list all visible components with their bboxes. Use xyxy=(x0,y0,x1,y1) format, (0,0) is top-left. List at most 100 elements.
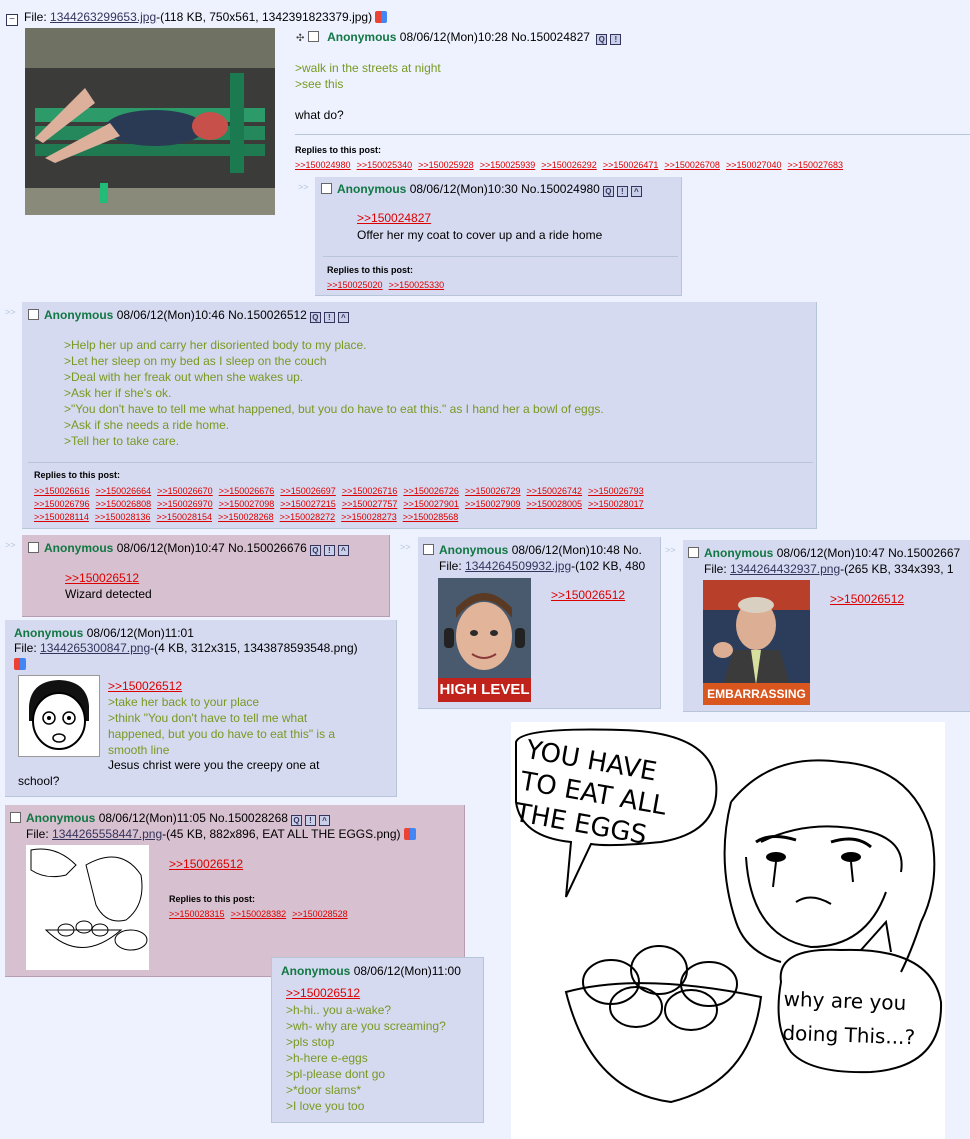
quote-link[interactable]: >>150026512 xyxy=(551,588,625,602)
file-info: -(4 KB, 312x315, 1343878593548.png) xyxy=(150,641,358,655)
image-search-icon[interactable]: ^ xyxy=(318,815,330,826)
op-image[interactable] xyxy=(25,28,275,215)
backlink[interactable]: >>150026471 xyxy=(603,160,659,170)
post-number[interactable]: No.150024980 xyxy=(521,182,600,196)
quote-link[interactable]: >>150026512 xyxy=(108,679,182,693)
backlink[interactable]: >>150026970 xyxy=(157,499,213,509)
backlink[interactable]: >>150024980 xyxy=(295,160,351,170)
post-number[interactable]: No.150024827 xyxy=(511,30,590,44)
rage-face-image[interactable] xyxy=(18,675,100,757)
backlink[interactable]: >>150026742 xyxy=(527,486,583,496)
expand-icon[interactable]: ✣ xyxy=(296,33,304,44)
backlink[interactable]: >>150028005 xyxy=(527,499,583,509)
post-checkbox[interactable] xyxy=(28,542,39,553)
report-icon[interactable]: ! xyxy=(323,312,335,323)
post-checkbox[interactable] xyxy=(28,309,39,320)
backlink[interactable]: >>150026729 xyxy=(465,486,521,496)
op-file-link[interactable]: 1344263299653.jpg xyxy=(50,10,156,24)
post-number[interactable]: No.150026512 xyxy=(228,308,307,322)
backlink[interactable]: >>150028114 xyxy=(34,512,89,522)
post-text: Jesus christ were you the creepy one at xyxy=(108,758,320,772)
backlink[interactable]: >>150027098 xyxy=(219,499,275,509)
backlink[interactable]: >>150025928 xyxy=(418,160,474,170)
backlink[interactable]: >>150028272 xyxy=(280,512,336,522)
high-level-image[interactable]: HIGH LEVEL xyxy=(438,578,531,702)
backlink[interactable]: >>150026676 xyxy=(219,486,275,496)
quote-icon[interactable]: Q xyxy=(602,186,614,197)
op-file-line: − File: 1344263299653.jpg-(118 KB, 750x56… xyxy=(6,10,388,26)
post-checkbox[interactable] xyxy=(688,547,699,558)
backlink[interactable]: >>150026726 xyxy=(403,486,459,496)
backlink[interactable]: >>150028382 xyxy=(231,909,287,919)
backlink[interactable]: >>150027215 xyxy=(280,499,336,509)
backlink[interactable]: >>150027757 xyxy=(342,499,398,509)
greentext-line: happened, but you do have to eat this" i… xyxy=(108,727,336,741)
eggs-comic-thumbnail[interactable] xyxy=(26,845,149,970)
file-line: File: 1344265558447.png-(45 KB, 882x896,… xyxy=(26,827,416,841)
post-checkbox[interactable] xyxy=(321,183,332,194)
google-icon[interactable] xyxy=(403,828,416,840)
backlink[interactable]: >>150028528 xyxy=(292,909,348,919)
op-file-info: -(118 KB, 750x561, 1342391823379.jpg) xyxy=(156,10,373,24)
file-link[interactable]: 1344265558447.png xyxy=(52,827,162,841)
backlink[interactable]: >>150025020 xyxy=(327,280,383,290)
backlink[interactable]: >>150026793 xyxy=(588,486,644,496)
backlink[interactable]: >>150027901 xyxy=(403,499,459,509)
quote-link[interactable]: >>150026512 xyxy=(286,986,360,1000)
post-number[interactable]: No.15002667 xyxy=(888,546,960,560)
image-search-icon[interactable]: ^ xyxy=(337,545,349,556)
backlink[interactable]: >>150026670 xyxy=(157,486,213,496)
image-search-icon[interactable]: ^ xyxy=(630,186,642,197)
op-checkbox[interactable] xyxy=(307,31,319,42)
backlink[interactable]: >>150026664 xyxy=(96,486,152,496)
image-search-icon[interactable]: ^ xyxy=(337,312,349,323)
post-number[interactable]: No. xyxy=(623,543,642,557)
report-icon[interactable]: ! xyxy=(616,186,628,197)
backlink[interactable]: >>150027040 xyxy=(726,160,782,170)
file-link[interactable]: 1344264509932.jpg xyxy=(465,559,571,573)
backlinks: >>150028315 >>150028382 >>150028528 xyxy=(169,906,354,920)
google-icon[interactable] xyxy=(14,658,26,670)
quote-link[interactable]: >>150024827 xyxy=(357,211,431,225)
file-link[interactable]: 1344264432937.png xyxy=(730,562,840,576)
backlink[interactable]: >>150027909 xyxy=(465,499,521,509)
backlink[interactable]: >>150028273 xyxy=(341,512,397,522)
collapse-icon[interactable]: − xyxy=(6,14,18,26)
backlink[interactable]: >>150026708 xyxy=(664,160,720,170)
quote-link[interactable]: >>150026512 xyxy=(169,857,243,871)
file-link[interactable]: 1344265300847.png xyxy=(40,641,150,655)
backlink[interactable]: >>150028568 xyxy=(403,512,459,522)
backlink[interactable]: >>150028017 xyxy=(588,499,644,509)
post-number[interactable]: No.150028268 xyxy=(209,811,288,825)
backlink[interactable]: >>150026292 xyxy=(541,160,597,170)
poster-name: Anonymous xyxy=(44,541,114,555)
backlink[interactable]: >>150025939 xyxy=(480,160,536,170)
post-checkbox[interactable] xyxy=(10,812,21,823)
quote-icon[interactable]: Q xyxy=(596,34,608,45)
quote-icon[interactable]: Q xyxy=(290,815,302,826)
google-icon[interactable] xyxy=(375,11,388,23)
backlink[interactable]: >>150026796 xyxy=(34,499,90,509)
backlink[interactable]: >>150027683 xyxy=(788,160,844,170)
backlink[interactable]: >>150028154 xyxy=(156,512,212,522)
backlink[interactable]: >>150025340 xyxy=(357,160,413,170)
post-checkbox[interactable] xyxy=(423,544,434,555)
embarrassing-image[interactable]: EMBARRASSING xyxy=(703,580,810,705)
backlink[interactable]: >>150026616 xyxy=(34,486,90,496)
post-number[interactable]: No.150026676 xyxy=(228,541,307,555)
backlink[interactable]: >>150026716 xyxy=(342,486,398,496)
quote-icon[interactable]: Q xyxy=(309,312,321,323)
backlink[interactable]: >>150028315 xyxy=(169,909,225,919)
quote-link[interactable]: >>150026512 xyxy=(65,571,139,585)
backlink[interactable]: >>150025330 xyxy=(389,280,445,290)
backlink[interactable]: >>150026808 xyxy=(96,499,152,509)
quote-link[interactable]: >>150026512 xyxy=(830,592,904,606)
backlink[interactable]: >>150028136 xyxy=(95,512,151,522)
report-icon[interactable]: ! xyxy=(304,815,316,826)
report-icon[interactable]: ! xyxy=(610,34,622,45)
quote-icon[interactable]: Q xyxy=(309,545,321,556)
report-icon[interactable]: ! xyxy=(323,545,335,556)
post-header: Anonymous 08/06/12(Mon)10:30 No.15002498… xyxy=(321,182,642,197)
backlink[interactable]: >>150026697 xyxy=(280,486,336,496)
backlink[interactable]: >>150028268 xyxy=(218,512,274,522)
